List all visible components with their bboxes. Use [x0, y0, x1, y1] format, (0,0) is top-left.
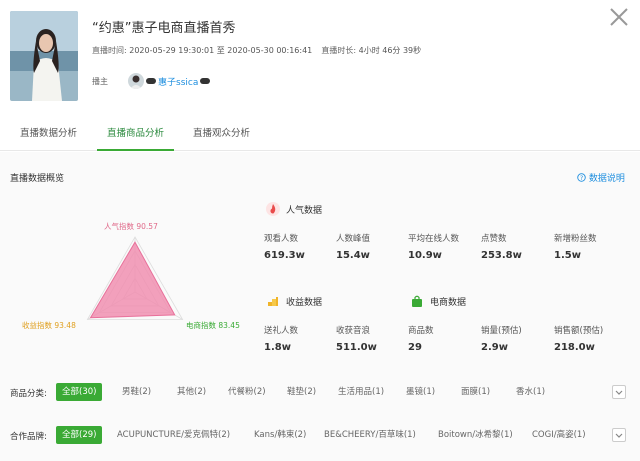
stat-label: 销售额(预估) — [554, 326, 604, 336]
stat-label: 收获音浪 — [336, 326, 371, 336]
popularity-title-text: 人气数据 — [286, 205, 323, 216]
anchor-tag-icon — [200, 78, 211, 84]
stat-value: 619.3w — [264, 250, 305, 261]
category-chip-all[interactable]: 全部(30) — [56, 383, 103, 401]
radar-label-ecommerce: 电商指数 83.45 — [186, 321, 240, 330]
anchor-row: 播主 惠子ssica — [92, 73, 212, 89]
product-analysis-panel: 直播数据概览 ? 数据说明 人气指数 90.57 电商指数 83.45 收益指数… — [0, 152, 640, 461]
tab-bar: 直播数据分析 直播商品分析 直播观众分析 — [0, 118, 640, 151]
category-filter-row: 商品分类: 全部(30) 男鞋(2) 其他(2) 代餐粉(2) 鞋垫(2) 生活… — [0, 381, 640, 405]
brand-chip[interactable]: BE&CHEERY/百草味(1) — [324, 426, 416, 444]
question-circle-icon: ? — [577, 173, 586, 182]
stat-value: 218.0w — [554, 342, 595, 353]
category-chip[interactable]: 其他(2) — [177, 383, 206, 401]
category-chip[interactable]: 鞋垫(2) — [287, 383, 316, 401]
chevron-down-icon[interactable] — [612, 428, 626, 442]
stat-label: 新增粉丝数 — [554, 234, 597, 244]
close-icon[interactable] — [608, 6, 630, 28]
category-chip[interactable]: 墨镜(1) — [406, 383, 435, 401]
brand-chip[interactable]: Kans/韩束(2) — [254, 426, 306, 444]
live-cover-image — [10, 11, 78, 101]
revenue-title: 收益数据 — [266, 294, 322, 308]
anchor-avatar[interactable] — [128, 73, 144, 89]
time-value: 2020-05-29 19:30:01 至 2020-05-30 00:16:4… — [129, 46, 313, 55]
revenue-title-text: 收益数据 — [286, 297, 323, 308]
live-meta: 直播时间: 2020-05-29 19:30:01 至 2020-05-30 0… — [92, 45, 421, 56]
radar-label-popularity: 人气指数 90.57 — [104, 222, 158, 231]
stat-value: 253.8w — [481, 250, 522, 261]
stat-label: 观看人数 — [264, 234, 299, 244]
live-header: “约惠”惠子电商直播首秀 直播时间: 2020-05-29 19:30:01 至… — [0, 0, 640, 118]
duration-label: 直播时长: — [321, 46, 357, 55]
brand-chip[interactable]: Boitown/冰希黎(1) — [438, 426, 513, 444]
stat-value: 29 — [408, 342, 422, 353]
radar-label-revenue: 收益指数 93.48 — [22, 321, 76, 330]
stat-label: 销量(预估) — [481, 326, 522, 336]
ecommerce-title: 电商数据 — [410, 294, 466, 308]
brand-filter-row: 合作品牌: 全部(29) ACUPUNCTURE/爱克佩特(2) Kans/韩束… — [0, 424, 640, 448]
data-help-link[interactable]: ? 数据说明 — [577, 171, 625, 184]
brand-chip-all[interactable]: 全部(29) — [56, 426, 103, 444]
stat-value: 2.9w — [481, 342, 508, 353]
stat-value: 1.8w — [264, 342, 291, 353]
radar-chart — [86, 236, 184, 320]
section-title: 直播数据概览 — [10, 174, 65, 184]
brand-chip[interactable]: COGI/高姿(1) — [532, 426, 586, 444]
live-title: “约惠”惠子电商直播首秀 — [92, 21, 236, 36]
tab-live-data-analysis[interactable]: 直播数据分析 — [20, 118, 77, 151]
stat-label: 送礼人数 — [264, 326, 299, 336]
brand-filter-label: 合作品牌: — [10, 432, 47, 442]
category-filter-label: 商品分类: — [10, 389, 47, 399]
radar-area — [89, 241, 176, 319]
category-chip[interactable]: 男鞋(2) — [122, 383, 151, 401]
category-chip[interactable]: 代餐粉(2) — [228, 383, 266, 401]
stat-value: 10.9w — [408, 250, 442, 261]
flame-icon — [266, 202, 280, 216]
shopping-bag-icon — [410, 294, 424, 308]
coins-icon — [266, 294, 280, 308]
category-chip[interactable]: 面膜(1) — [461, 383, 490, 401]
category-chip[interactable]: 生活用品(1) — [338, 383, 384, 401]
anchor-tag-icon — [146, 78, 156, 84]
stat-value: 15.4w — [336, 250, 370, 261]
stat-label: 平均在线人数 — [408, 234, 460, 244]
stat-value: 1.5w — [554, 250, 581, 261]
stat-label: 人数峰值 — [336, 234, 371, 244]
tab-live-audience-analysis[interactable]: 直播观众分析 — [193, 118, 250, 151]
tab-live-product-analysis[interactable]: 直播商品分析 — [97, 118, 175, 151]
chevron-down-icon[interactable] — [612, 385, 626, 399]
anchor-name-link[interactable]: 惠子ssica — [158, 75, 198, 88]
svg-text:?: ? — [580, 175, 583, 182]
anchor-label: 播主 — [92, 76, 108, 86]
stat-label: 商品数 — [408, 326, 434, 336]
stat-value: 511.0w — [336, 342, 377, 353]
popularity-title: 人气数据 — [266, 202, 322, 216]
category-chip[interactable]: 香水(1) — [516, 383, 545, 401]
data-help-label: 数据说明 — [588, 174, 625, 184]
brand-chip[interactable]: ACUPUNCTURE/爱克佩特(2) — [117, 426, 230, 444]
duration-value: 4小时 46分 39秒 — [358, 46, 422, 55]
ecommerce-title-text: 电商数据 — [430, 297, 467, 308]
stat-label: 点赞数 — [481, 234, 507, 244]
time-label: 直播时间: — [92, 46, 127, 55]
